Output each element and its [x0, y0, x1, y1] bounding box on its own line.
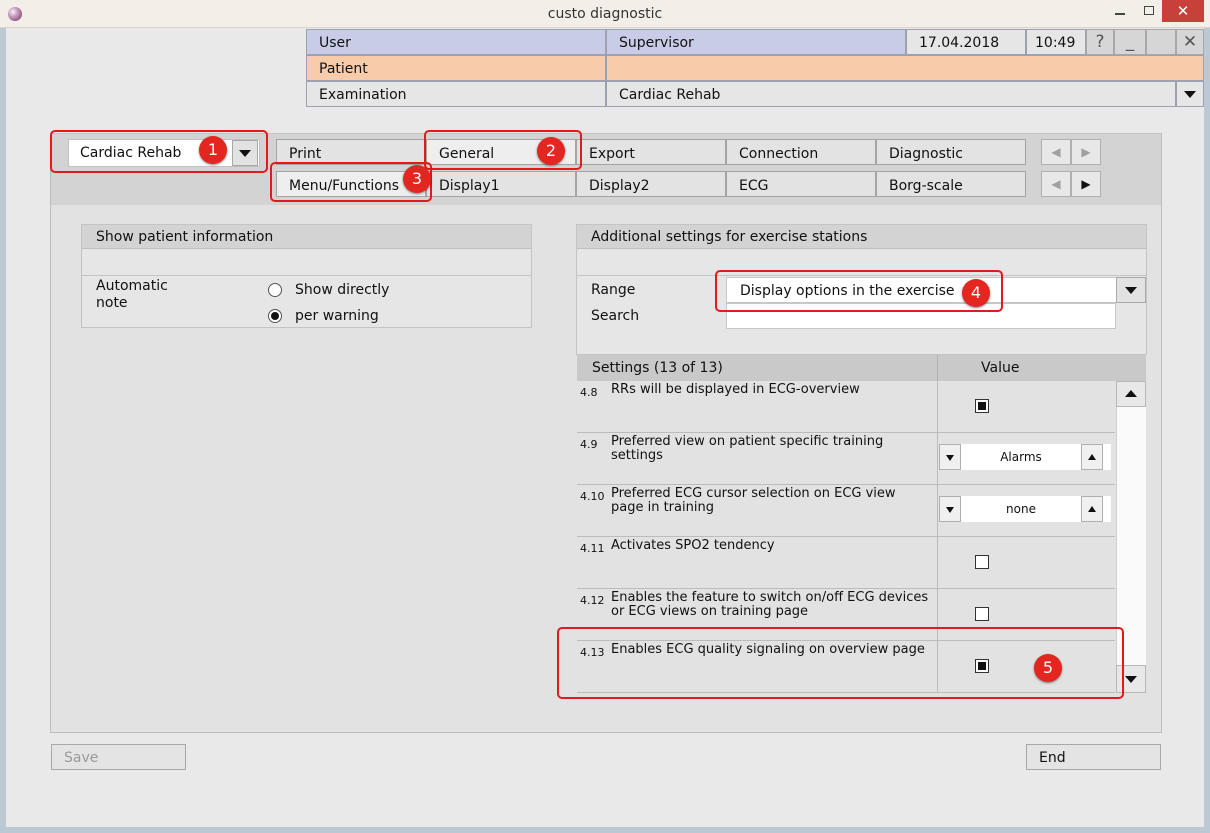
help-button[interactable]: ? [1086, 29, 1114, 55]
spinner-down-button[interactable] [939, 444, 961, 470]
setting-value-cell: Alarms [937, 433, 1115, 484]
end-button[interactable]: End [1026, 744, 1161, 770]
user-label: User [306, 29, 606, 55]
tab-export[interactable]: Export [576, 139, 726, 165]
callout-badge-1: 1 [199, 136, 227, 164]
range-label: Range [591, 282, 636, 298]
chevron-down-icon [1125, 287, 1137, 294]
setting-value-cell: none [937, 485, 1115, 536]
patient-info-section: Show patient information Automatic note … [81, 224, 532, 328]
callout-badge-4: 4 [962, 279, 990, 307]
window-maximize-button[interactable] [1136, 0, 1162, 22]
spinner-up-button[interactable] [1081, 444, 1103, 470]
settings-table-header: Settings (13 of 13) Value [577, 355, 1146, 381]
callout-badge-3: 3 [403, 165, 431, 193]
callout-frame-1 [50, 130, 268, 173]
window-close-button[interactable]: ✕ [1162, 0, 1204, 22]
setting-row-4-9: 4.9 Preferred view on patient specific t… [577, 433, 1115, 485]
setting-number: 4.12 [580, 594, 605, 607]
window-frame-left [0, 28, 6, 833]
spinner-value: Alarms [1000, 450, 1042, 464]
app-blank-button[interactable] [1146, 29, 1176, 55]
setting-checkbox-4-11[interactable] [975, 555, 989, 569]
tabs-row2-scroll-right-button[interactable]: ▶ [1071, 171, 1101, 197]
setting-number: 4.9 [580, 438, 598, 451]
callout-frame-4 [715, 270, 1003, 312]
setting-row-4-8: 4.8 RRs will be displayed in ECG-overvie… [577, 381, 1115, 433]
radio-per-warning[interactable] [268, 309, 282, 323]
examination-value[interactable]: Cardiac Rehab [606, 81, 1176, 107]
examination-dropdown-button[interactable] [1176, 81, 1204, 107]
tab-diagnostic[interactable]: Diagnostic [876, 139, 1026, 165]
app-close-button[interactable]: ✕ [1176, 29, 1204, 55]
arrow-up-icon [1088, 506, 1096, 512]
setting-description: Preferred view on patient specific train… [611, 434, 884, 463]
setting-value-cell [937, 381, 1115, 432]
patient-value[interactable] [606, 55, 1204, 81]
examination-label: Examination [306, 81, 606, 107]
setting-number: 4.11 [580, 542, 605, 555]
range-dropdown-button[interactable] [1116, 277, 1146, 303]
radio-show-directly-label[interactable]: Show directly [295, 282, 389, 298]
setting-checkbox-4-12[interactable] [975, 607, 989, 621]
arrow-down-icon [1125, 676, 1137, 683]
additional-settings-title: Additional settings for exercise station… [577, 225, 1146, 249]
setting-description: RRs will be displayed in ECG-overview [611, 382, 860, 397]
header-divider [937, 355, 938, 381]
window-title: custo diagnostic [547, 6, 663, 22]
setting-spinner-4-10[interactable]: none [939, 496, 1111, 522]
minimize-icon [1115, 13, 1125, 15]
spinner-down-button[interactable] [939, 496, 961, 522]
arrow-down-icon [946, 507, 954, 513]
close-icon: ✕ [1176, 2, 1190, 20]
tab-display1[interactable]: Display1 [426, 171, 576, 197]
tabs-row1-scroll-right-button[interactable]: ▶ [1071, 139, 1101, 165]
user-value[interactable]: Supervisor [606, 29, 906, 55]
setting-description: Activates SPO2 tendency [611, 538, 775, 553]
spinner-value: none [1006, 502, 1036, 516]
tab-ecg[interactable]: ECG [726, 171, 876, 197]
arrow-up-icon [1125, 390, 1137, 397]
tab-connection[interactable]: Connection [726, 139, 876, 165]
patient-info-title: Show patient information [82, 225, 531, 249]
setting-value-cell [937, 537, 1115, 588]
automatic-note-label: Automatic note [96, 278, 168, 311]
patient-label: Patient [306, 55, 606, 81]
window-frame-bottom [0, 827, 1210, 833]
save-button[interactable]: Save [51, 744, 186, 770]
arrow-down-icon [946, 455, 954, 461]
tabs-row2-scroll-left-button[interactable]: ◀ [1041, 171, 1071, 197]
radio-show-directly[interactable] [268, 283, 282, 297]
date-display: 17.04.2018 [906, 29, 1026, 55]
setting-description: Enables the feature to switch on/off ECG… [611, 590, 929, 619]
chevron-down-icon [1184, 91, 1196, 98]
setting-number: 4.8 [580, 386, 598, 399]
setting-checkbox-4-8[interactable] [975, 399, 989, 413]
setting-number: 4.10 [580, 490, 605, 503]
settings-count-header: Settings (13 of 13) [592, 360, 723, 376]
arrow-up-icon [1088, 454, 1096, 460]
maximize-icon [1144, 6, 1154, 15]
value-column-header: Value [981, 360, 1020, 376]
setting-spinner-4-9[interactable]: Alarms [939, 444, 1111, 470]
app-minimize-button[interactable]: _ [1114, 29, 1146, 55]
tab-display2[interactable]: Display2 [576, 171, 726, 197]
callout-badge-2: 2 [537, 137, 565, 165]
callout-badge-5: 5 [1034, 654, 1062, 682]
scroll-up-button[interactable] [1116, 381, 1146, 407]
setting-row-4-11: 4.11 Activates SPO2 tendency [577, 537, 1115, 589]
setting-row-4-10: 4.10 Preferred ECG cursor selection on E… [577, 485, 1115, 537]
search-label: Search [591, 308, 640, 324]
tab-borg-scale[interactable]: Borg-scale [876, 171, 1026, 197]
window-frame-right [1204, 28, 1210, 833]
window-minimize-button[interactable] [1104, 0, 1136, 22]
patient-info-spacer [82, 249, 531, 276]
time-display: 10:49 [1026, 29, 1086, 55]
tabs-row1-scroll-left-button[interactable]: ◀ [1041, 139, 1071, 165]
spinner-up-button[interactable] [1081, 496, 1103, 522]
radio-per-warning-label[interactable]: per warning [295, 308, 379, 324]
setting-description: Preferred ECG cursor selection on ECG vi… [611, 486, 896, 515]
